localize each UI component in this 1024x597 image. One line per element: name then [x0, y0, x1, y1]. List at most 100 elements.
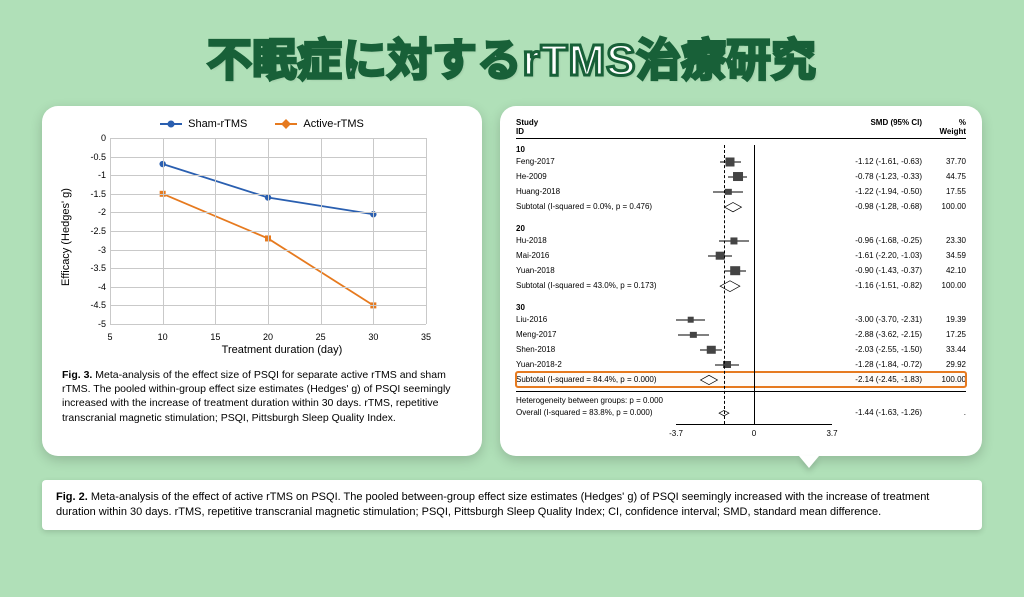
- fig3-caption: Fig. 3. Meta-analysis of the effect size…: [58, 362, 466, 425]
- page-title: 不眠症に対するrTMS治療研究: [0, 0, 1024, 88]
- diamond-icon: [700, 374, 718, 384]
- smd-ci: -2.88 (-3.62, -2.15): [832, 330, 922, 339]
- forest-plot-card: Study ID SMD (95% CI) % Weight 10Feng-20…: [500, 106, 982, 456]
- pooled-line: [724, 145, 725, 424]
- col-weight: % Weight: [922, 118, 966, 136]
- x-tick: 30: [368, 332, 378, 342]
- axis-tick: -3.7: [669, 429, 683, 438]
- forest-subtotal-row: Subtotal (I-squared = 43.0%, p = 0.173) -…: [516, 278, 966, 293]
- forest-row: Feng-2017-1.12 (-1.61, -0.63)37.70: [516, 154, 966, 169]
- group-label: 10: [516, 145, 966, 154]
- y-tick: -1.5: [74, 189, 106, 199]
- y-tick: -1: [74, 170, 106, 180]
- point-estimate-icon: [730, 266, 740, 276]
- point-estimate-icon: [733, 172, 743, 182]
- weight: 44.75: [922, 172, 966, 181]
- study-name: Meng-2017: [516, 330, 676, 339]
- x-tick: 35: [421, 332, 431, 342]
- weight: 17.55: [922, 187, 966, 196]
- legend-sham: Sham-rTMS: [160, 118, 247, 130]
- forest-subtotal-row: Overall (I-squared = 83.8%, p = 0.000) -1…: [516, 405, 966, 420]
- study-name: Overall (I-squared = 83.8%, p = 0.000): [516, 408, 676, 417]
- y-tick: -4.5: [74, 300, 106, 310]
- smd-ci: -1.44 (-1.63, -1.26): [832, 408, 922, 417]
- point-estimate-icon: [725, 188, 731, 194]
- forest-body: 10Feng-2017-1.12 (-1.61, -0.63)37.70He-2…: [516, 145, 966, 446]
- fig2-caption-bar: Fig. 2. Meta-analysis of the effect of a…: [42, 480, 982, 530]
- y-tick: -0.5: [74, 152, 106, 162]
- smd-ci: -1.12 (-1.61, -0.63): [832, 157, 922, 166]
- study-name: Shen-2018: [516, 345, 676, 354]
- x-tick: 20: [263, 332, 273, 342]
- diamond-icon: [724, 202, 742, 212]
- forest-row: Shen-2018-2.03 (-2.55, -1.50)33.44: [516, 342, 966, 357]
- zero-line: [754, 145, 755, 424]
- heterogeneity-text: Heterogeneity between groups: p = 0.000: [516, 396, 966, 405]
- study-name: Subtotal (I-squared = 0.0%, p = 0.476): [516, 202, 676, 211]
- callout-triangle-icon: [799, 456, 819, 468]
- smd-ci: -1.16 (-1.51, -0.82): [832, 281, 922, 290]
- forest-row: Yuan-2018-2 -1.28 (-1.84, -0.72)29.92: [516, 357, 966, 372]
- line-swatch-icon: [160, 123, 182, 125]
- study-name: Yuan-2018-2: [516, 360, 676, 369]
- smd-ci: -0.96 (-1.68, -0.25): [832, 236, 922, 245]
- axis-tick: 3.7: [826, 429, 837, 438]
- smd-ci: -1.22 (-1.94, -0.50): [832, 187, 922, 196]
- col-study: Study ID: [516, 118, 676, 136]
- line-chart-plot-area: Efficacy (Hedges' g) 0-0.5-1-1.5-2-2.5-3…: [58, 132, 466, 342]
- forest-row: Yuan-2018 -0.90 (-1.43, -0.37)42.10: [516, 263, 966, 278]
- point-estimate-icon: [707, 345, 715, 353]
- diamond-icon: [719, 280, 740, 291]
- smd-ci: -3.00 (-3.70, -2.31): [832, 315, 922, 324]
- weight: 37.70: [922, 157, 966, 166]
- group-label: 30: [516, 303, 966, 312]
- weight: 42.10: [922, 266, 966, 275]
- study-name: Liu-2016: [516, 315, 676, 324]
- smd-ci: -0.78 (-1.23, -0.33): [832, 172, 922, 181]
- x-tick: 5: [107, 332, 112, 342]
- x-axis-label: Treatment duration (day): [58, 342, 466, 362]
- weight: 29.92: [922, 360, 966, 369]
- y-tick: -2: [74, 207, 106, 217]
- smd-ci: -0.90 (-1.43, -0.37): [832, 266, 922, 275]
- forest-row: Meng-2017 -2.88 (-3.62, -2.15)17.25: [516, 327, 966, 342]
- study-name: Subtotal (I-squared = 43.0%, p = 0.173): [516, 281, 676, 290]
- forest-row: Liu-2016-3.00 (-3.70, -2.31)19.39: [516, 312, 966, 327]
- smd-ci: -2.14 (-2.45, -1.83): [832, 375, 922, 384]
- point-estimate-icon: [687, 316, 694, 323]
- smd-ci: -1.28 (-1.84, -0.72): [832, 360, 922, 369]
- smd-ci: -0.98 (-1.28, -0.68): [832, 202, 922, 211]
- y-axis-label: Efficacy (Hedges' g): [58, 132, 74, 342]
- y-tick: -2.5: [74, 226, 106, 236]
- weight: 17.25: [922, 330, 966, 339]
- weight: 23.30: [922, 236, 966, 245]
- y-tick: -5: [74, 319, 106, 329]
- forest-subtotal-row: Subtotal (I-squared = 0.0%, p = 0.476) -0…: [516, 199, 966, 214]
- forest-row: Mai-2016-1.61 (-2.20, -1.03)34.59: [516, 248, 966, 263]
- caption-label: Fig. 2.: [56, 491, 88, 503]
- caption-text: Meta-analysis of the effect size of PSQI…: [62, 369, 451, 424]
- forest-axis: -3.703.7: [676, 424, 832, 446]
- line-chart-svg: 0-0.5-1-1.5-2-2.5-3-3.5-4-4.5-5510152025…: [74, 132, 434, 342]
- charts-row: Sham-rTMS Active-rTMS Efficacy (Hedges' …: [0, 88, 1024, 462]
- weight: 100.00: [922, 202, 966, 211]
- study-name: Hu-2018: [516, 236, 676, 245]
- point-estimate-icon: [690, 331, 696, 337]
- forest-row: He-2009-0.78 (-1.23, -0.33)44.75: [516, 169, 966, 184]
- legend-active: Active-rTMS: [275, 118, 364, 130]
- point-estimate-icon: [726, 157, 735, 166]
- legend-label: Sham-rTMS: [188, 118, 247, 130]
- forest-subtotal-row: Subtotal (I-squared = 84.4%, p = 0.000) -…: [516, 372, 966, 387]
- y-tick: -4: [74, 282, 106, 292]
- point-estimate-icon: [730, 237, 737, 244]
- weight: 34.59: [922, 251, 966, 260]
- study-name: Mai-2016: [516, 251, 676, 260]
- study-name: Yuan-2018: [516, 266, 676, 275]
- forest-row: Huang-2018-1.22 (-1.94, -0.50)17.55: [516, 184, 966, 199]
- caption-text: Meta-analysis of the effect of active rT…: [56, 491, 929, 518]
- forest-header: Study ID SMD (95% CI) % Weight: [516, 118, 966, 139]
- line-swatch-icon: [275, 123, 297, 125]
- group-label: 20: [516, 224, 966, 233]
- study-name: Subtotal (I-squared = 84.4%, p = 0.000): [516, 375, 676, 384]
- weight: 33.44: [922, 345, 966, 354]
